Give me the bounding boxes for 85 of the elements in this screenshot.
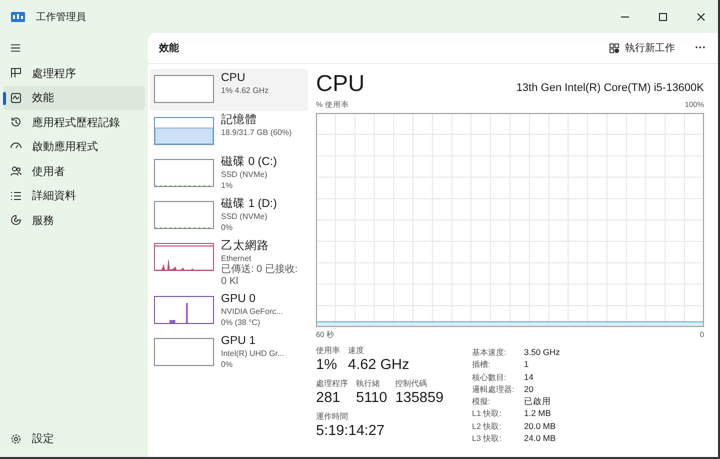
- spec-value: 24.0 MB: [524, 433, 557, 444]
- cpu-model: 13th Gen Intel(R) Core(TM) i5-13600K: [516, 82, 704, 94]
- sidebar-item[interactable]: 啟動應用程式: [3, 134, 145, 159]
- sidebar-item[interactable]: 詳細資料: [3, 184, 145, 208]
- stat-value: 4.62 GHz: [348, 356, 410, 374]
- sidebar-item[interactable]: 處理程序: [3, 61, 145, 86]
- device-name: 記憶體: [221, 113, 258, 127]
- device-info: 0% (38 °C): [221, 317, 262, 328]
- thumbnail-graph: [154, 243, 214, 271]
- stat-label: 運作時間: [316, 411, 349, 422]
- sidebar-item[interactable]: 使用者: [3, 159, 145, 184]
- device-item[interactable]: 磁碟 1 (D:) SSD (NVMe) 0%: [150, 195, 308, 237]
- spec-value: 3.50 GHz: [524, 347, 560, 358]
- spec-value: 已啟用: [524, 396, 552, 408]
- thumbnail-graph: [154, 117, 214, 145]
- device-name: GPU 0: [221, 292, 257, 306]
- settings-icon: [10, 432, 22, 445]
- device-info: 0%: [221, 359, 234, 370]
- device-item[interactable]: CPU 1% 4.62 GHz: [150, 69, 308, 111]
- device-info: 0%: [221, 222, 234, 233]
- device-info: NVIDIA GeForc...: [221, 306, 284, 317]
- device-item[interactable]: 乙太網路 Ethernet 已傳送: 0 已接收: 0 Kl: [150, 237, 308, 290]
- stat-value: 1%: [316, 356, 338, 374]
- device-name: 磁碟 0 (C:): [221, 155, 278, 169]
- stat-value: 135859: [395, 389, 444, 407]
- device-item[interactable]: GPU 1 Intel(R) UHD Gr... 0%: [150, 332, 308, 374]
- spec-label: 模擬:: [472, 396, 492, 408]
- spec-value: 14: [524, 372, 534, 383]
- stat-label: 處理程序: [316, 378, 348, 389]
- sidebar-item[interactable]: 應用程式歷程記錄: [3, 110, 145, 134]
- spec-label: L1 快取:: [472, 408, 502, 420]
- thumbnail-graph: [154, 296, 214, 324]
- device-name: GPU 1: [221, 334, 257, 348]
- nav-icon: [10, 92, 22, 104]
- device-info: Intel(R) UHD Gr...: [221, 348, 286, 359]
- window-title: 工作管理員: [36, 10, 86, 24]
- nav-icon: [10, 165, 22, 178]
- device-item[interactable]: GPU 0 NVIDIA GeForc... 0% (38 °C): [150, 290, 308, 332]
- spec-value: 1: [524, 359, 530, 371]
- device-item[interactable]: 記憶體 18.9/31.7 GB (60%): [150, 111, 308, 153]
- thumbnail-graph: [154, 201, 214, 229]
- page-title: 效能: [159, 42, 179, 55]
- device-info: SSD (NVMe): [221, 169, 268, 180]
- device-name: 乙太網路: [221, 239, 270, 253]
- spec-value: 1.2 MB: [524, 408, 552, 420]
- device-info: 1%: [221, 180, 234, 191]
- nav-icon: [10, 190, 22, 202]
- stat-value: 5:19:14:27: [316, 422, 385, 440]
- sidebar-item[interactable]: 效能: [3, 86, 145, 110]
- device-name: 磁碟 1 (D:): [221, 197, 278, 211]
- run-new-task-button[interactable]: 執行新工作: [605, 38, 679, 58]
- device-info: 1% 4.62 GHz: [221, 85, 270, 96]
- stat-label: 速度: [348, 345, 365, 356]
- device-info: 已傳送: 0 已接收: 0 Kl: [221, 264, 299, 288]
- stat-label: 控制代碼: [395, 378, 428, 389]
- spec-label: 插槽:: [472, 359, 492, 371]
- spec-label: 基本速度:: [472, 347, 508, 358]
- device-name: CPU: [221, 71, 246, 85]
- new-task-icon: [609, 42, 620, 54]
- sidebar-item[interactable]: 服務: [3, 208, 145, 232]
- device-item[interactable]: 磁碟 0 (C:) SSD (NVMe) 1%: [150, 153, 308, 195]
- device-info: SSD (NVMe): [221, 211, 268, 222]
- stat-value: 5110: [356, 389, 388, 407]
- menu-icon[interactable]: [10, 43, 21, 53]
- device-info: Ethernet: [221, 253, 252, 264]
- nav-icon: [10, 116, 22, 128]
- spec-label: 核心數目:: [472, 372, 508, 383]
- nav-icon: [10, 67, 22, 80]
- thumbnail-graph: [154, 159, 214, 187]
- thumbnail-graph: [154, 338, 214, 366]
- stat-value: 281: [316, 389, 342, 407]
- device-info: 18.9/31.7 GB (60%): [221, 127, 293, 138]
- spec-value: 20.0 MB: [524, 420, 557, 432]
- spec-label: L2 快取:: [472, 420, 502, 432]
- spec-label: 邏輯處理器:: [472, 384, 516, 396]
- spec-value: 20: [524, 384, 534, 396]
- app-icon: [11, 12, 25, 22]
- spec-label: L3 快取:: [472, 433, 502, 444]
- nav-icon: [10, 214, 22, 226]
- stat-label: 執行緒: [356, 378, 381, 389]
- thumbnail-graph: [154, 75, 214, 103]
- more-button[interactable]: ···: [691, 39, 710, 57]
- stat-label: 使用率: [316, 345, 340, 356]
- settings-item[interactable]: 設定: [3, 426, 145, 451]
- detail-title: CPU: [316, 70, 365, 97]
